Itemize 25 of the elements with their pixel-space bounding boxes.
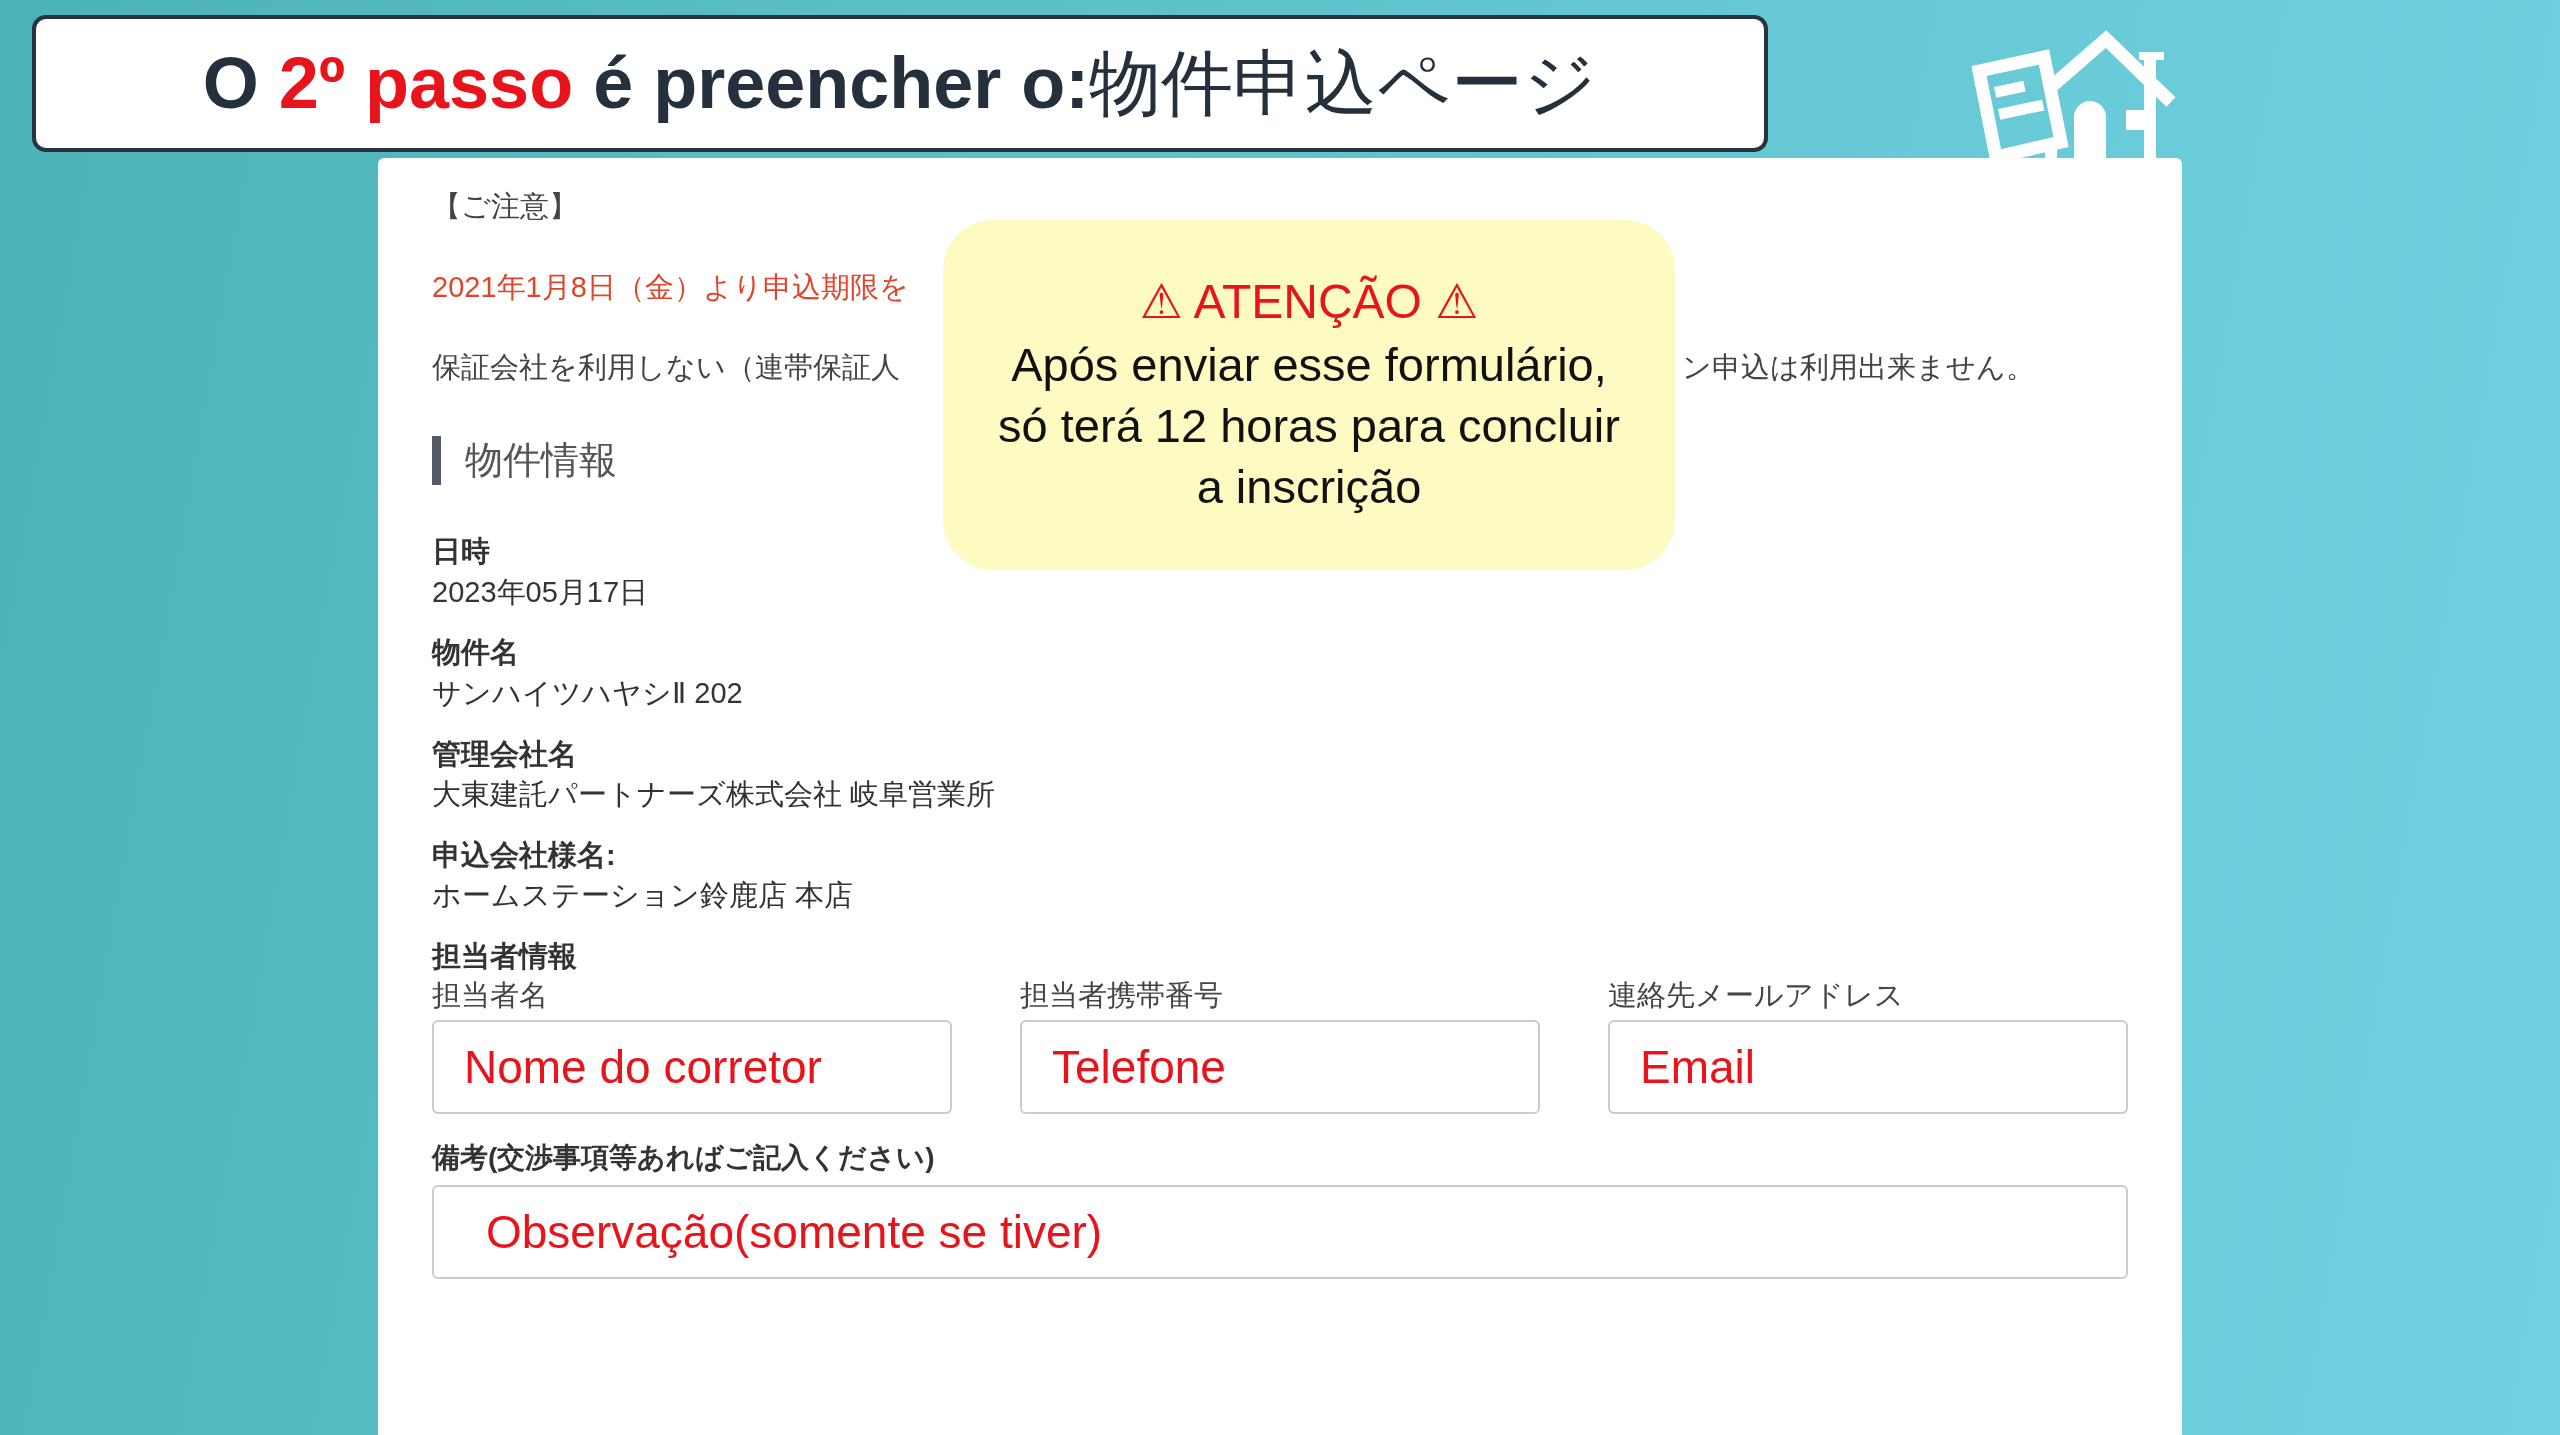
remarks-label: 備考(交渉事項等あればご記入ください) xyxy=(432,1141,935,1176)
warning-heading: ⚠ ATENÇÃO ⚠ xyxy=(1139,273,1479,330)
guarantor-notice-end: ン申込は利用出来ません。 xyxy=(1682,350,2035,386)
info-label: 物件名 xyxy=(432,635,519,671)
remarks-field[interactable]: Observação(somente se tiver) xyxy=(432,1185,2128,1280)
field-label: 連絡先メールアドレス xyxy=(1608,977,1904,1013)
info-value: 2023年05月17日 xyxy=(432,574,649,610)
deadline-notice: 2021年1月8日（金）より申込期限を xyxy=(432,269,909,305)
contact-heading: 担当者情報 xyxy=(432,938,577,974)
input-field[interactable]: Email xyxy=(1608,1020,2128,1115)
info-label: 日時 xyxy=(432,534,490,570)
info-value: サンハイツハヤシⅡ 202 xyxy=(432,675,743,711)
input-field[interactable]: Nome do corretor xyxy=(432,1020,952,1115)
input-field[interactable]: Telefone xyxy=(1020,1020,1540,1115)
notice-title: 【ご注意】 xyxy=(432,189,578,224)
info-value: ホームステーション鈴鹿店 本店 xyxy=(432,878,854,914)
info-value: 大東建託パートナーズ株式会社 岐阜営業所 xyxy=(432,777,996,813)
section-heading: 物件情報 xyxy=(432,435,617,486)
title-banner-text: O 2º passo é preencher o:物件申込ページ xyxy=(202,39,1598,127)
info-label: 管理会社名 xyxy=(432,736,577,772)
guarantor-notice-start: 保証会社を利用しない（連帯保証人 xyxy=(432,350,900,386)
field-label: 担当者名 xyxy=(432,977,548,1013)
warning-text: Após enviar esse formulário, só terá 12 horas para concluir a inscrição xyxy=(998,337,1620,516)
field-label: 担当者携帯番号 xyxy=(1020,977,1223,1013)
info-label: 申込会社様名: xyxy=(432,837,616,873)
